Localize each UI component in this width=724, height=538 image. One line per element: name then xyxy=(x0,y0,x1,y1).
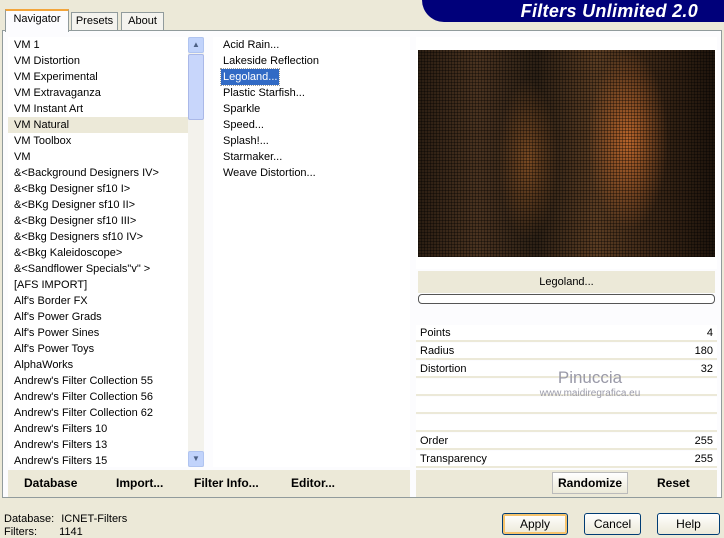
import-button[interactable]: Import... xyxy=(116,476,163,490)
filter-item[interactable]: Sparkle xyxy=(221,103,260,115)
category-item[interactable]: Andrew's Filter Collection 62 xyxy=(8,405,188,421)
param-label: Radius xyxy=(420,345,455,357)
category-item[interactable]: VM Instant Art xyxy=(8,101,188,117)
category-item[interactable]: &<Bkg Kaleidoscope> xyxy=(8,245,188,261)
scroll-thumb[interactable] xyxy=(188,54,204,120)
app-title-banner: Filters Unlimited 2.0 xyxy=(422,0,724,22)
progress-bar xyxy=(418,294,715,304)
reset-button[interactable]: Reset xyxy=(657,476,690,490)
category-item[interactable]: Andrew's Filters 15 xyxy=(8,453,188,467)
database-label: Database: xyxy=(4,513,55,525)
param-slider[interactable] xyxy=(416,379,717,396)
category-item[interactable]: VM Distortion xyxy=(8,53,188,69)
param-value: 32 xyxy=(700,363,713,375)
randomize-button[interactable]: Randomize xyxy=(552,472,628,494)
status-database: Database: ICNET-Filters xyxy=(4,513,127,525)
filter-item[interactable]: Plastic Starfish... xyxy=(221,87,305,99)
database-button[interactable]: Database xyxy=(24,476,77,490)
category-item[interactable]: VM 1 xyxy=(8,37,188,53)
category-item[interactable]: Andrew's Filter Collection 56 xyxy=(8,389,188,405)
param-label: Points xyxy=(420,327,451,339)
category-item[interactable]: VM xyxy=(8,149,188,165)
apply-button[interactable]: Apply xyxy=(502,513,568,535)
filter-item[interactable]: Speed... xyxy=(221,119,264,131)
param-slider[interactable] xyxy=(416,397,717,414)
category-item[interactable]: [AFS IMPORT] xyxy=(8,277,188,293)
category-item[interactable]: &<Bkg Designers sf10 IV> xyxy=(8,229,188,245)
filter-item[interactable]: Starmaker... xyxy=(221,151,282,163)
category-item[interactable]: Andrew's Filter Collection 55 xyxy=(8,373,188,389)
param-label: Order xyxy=(420,435,449,447)
filter-item[interactable]: Splash!... xyxy=(221,135,269,147)
category-item[interactable]: VM Toolbox xyxy=(8,133,188,149)
param-slider[interactable]: Points 4 xyxy=(416,325,717,342)
category-item[interactable]: Alf's Power Sines xyxy=(8,325,188,341)
filter-item[interactable]: Legoland... xyxy=(219,68,281,86)
scroll-down-icon[interactable]: ▼ xyxy=(188,451,204,467)
param-value: 4 xyxy=(706,327,713,339)
category-item[interactable]: Alf's Power Toys xyxy=(8,341,188,357)
tab-about[interactable]: About xyxy=(121,12,164,31)
category-item[interactable]: Andrew's Filters 10 xyxy=(8,421,188,437)
param-slider[interactable]: Radius 180 xyxy=(416,343,717,360)
category-item[interactable]: Andrew's Filters 13 xyxy=(8,437,188,453)
category-item[interactable]: &<Bkg Designer sf10 I> xyxy=(8,181,188,197)
param-value: 180 xyxy=(694,345,713,357)
param-value: 255 xyxy=(694,453,713,465)
tab-presets[interactable]: Presets xyxy=(71,12,118,31)
category-item[interactable]: &<BKg Designer sf10 II> xyxy=(8,197,188,213)
category-item[interactable]: VM Extravaganza xyxy=(8,85,188,101)
editor-button[interactable]: Editor... xyxy=(291,476,335,490)
category-item[interactable]: VM Natural xyxy=(8,117,188,133)
param-slider[interactable]: Transparency 255 xyxy=(416,451,717,468)
category-item[interactable]: VM Experimental xyxy=(8,69,188,85)
param-value: 255 xyxy=(694,435,713,447)
category-item[interactable]: AlphaWorks xyxy=(8,357,188,373)
param-label: Transparency xyxy=(420,453,487,465)
category-item[interactable]: Alf's Border FX xyxy=(8,293,188,309)
status-filters: Filters: 1141 xyxy=(4,526,83,538)
param-label: Distortion xyxy=(420,363,467,375)
filter-item[interactable]: Lakeside Reflection xyxy=(221,55,319,67)
database-value: ICNET-Filters xyxy=(61,513,128,525)
scroll-up-icon[interactable]: ▲ xyxy=(188,37,204,53)
filter-item[interactable]: Weave Distortion... xyxy=(221,167,316,179)
param-slider[interactable]: Distortion 32 xyxy=(416,361,717,378)
filters-label: Filters: xyxy=(4,526,37,538)
category-item[interactable]: &<Background Designers IV> xyxy=(8,165,188,181)
category-item[interactable]: Alf's Power Grads xyxy=(8,309,188,325)
filter-info-button[interactable]: Filter Info... xyxy=(194,476,259,490)
category-scrollbar[interactable]: ▲ ▼ xyxy=(188,37,204,467)
preview-image xyxy=(418,50,715,257)
param-slider[interactable]: Order 255 xyxy=(416,433,717,450)
preview-filter-title: Legoland... xyxy=(418,271,715,293)
cancel-button[interactable]: Cancel xyxy=(584,513,641,535)
category-list[interactable]: VM 1 VM Distortion VM Experimental VM Extra… xyxy=(8,37,188,467)
category-item[interactable]: &<Bkg Designer sf10 III> xyxy=(8,213,188,229)
tab-navigator[interactable]: Navigator xyxy=(5,9,69,32)
filters-count: 1141 xyxy=(59,526,83,538)
category-item[interactable]: &<Sandflower Specials"v" > xyxy=(8,261,188,277)
filter-list[interactable]: Acid Rain... Lakeside Reflection Legoland.… xyxy=(213,37,410,467)
param-slider[interactable] xyxy=(416,415,717,432)
filter-item[interactable]: Acid Rain... xyxy=(221,39,279,51)
help-button[interactable]: Help xyxy=(657,513,720,535)
